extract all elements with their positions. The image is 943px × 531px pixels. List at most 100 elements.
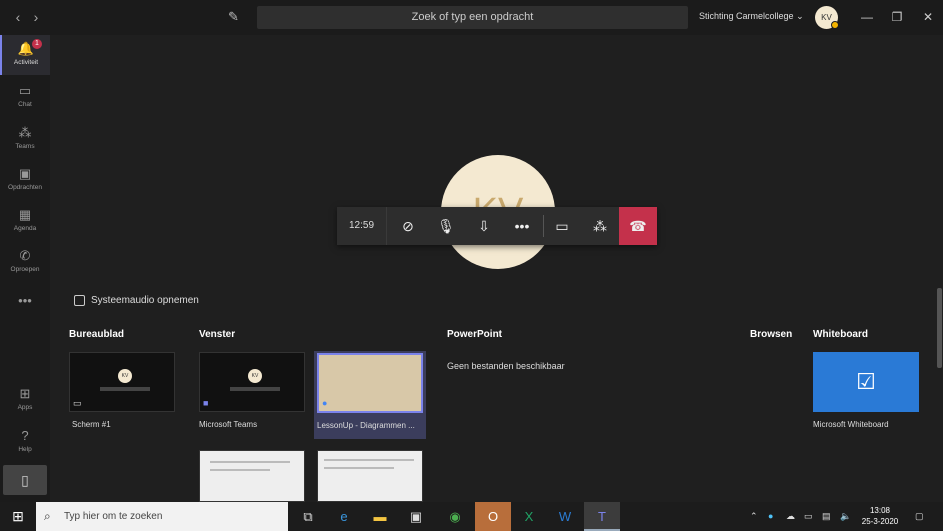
teams-taskbar-icon[interactable]: T <box>584 502 620 531</box>
window-caption: Microsoft Teams <box>199 420 258 429</box>
taskbar-search-input[interactable]: ⌕ Typ hier om te zoeken <box>36 502 288 531</box>
edge-icon[interactable]: e <box>326 502 362 531</box>
search-input[interactable]: Zoek of typ een opdracht <box>257 6 688 29</box>
share-panel: Systeemaudio opnemen Bureaublad Venster … <box>50 288 943 502</box>
org-name: Stichting Carmelcollege <box>699 11 794 21</box>
system-audio-label: Systeemaudio opnemen <box>91 295 199 306</box>
chrome-icon[interactable]: ◉ <box>437 502 473 531</box>
chat-icon[interactable]: ▭ <box>543 207 581 245</box>
mini-avatar: KV <box>248 369 262 383</box>
microphone-icon[interactable]: 🎙 <box>427 207 465 245</box>
rail-item-label: Help <box>18 446 32 453</box>
chevron-down-icon: ⌄ <box>796 11 804 21</box>
meeting-stage: KV 12:59 ⊘ 🎙 ⇩ ••• ▭ ⁂ ☎ Systeemaudio op… <box>50 35 943 502</box>
hang-up-icon[interactable]: ☎ <box>619 207 657 245</box>
section-powerpoint-heading: PowerPoint <box>447 329 503 340</box>
clock-date: 25-3-2020 <box>861 517 899 526</box>
rail-item-activity[interactable]: 🔔 1 Activiteit <box>0 35 50 75</box>
help-icon: ? <box>21 428 29 443</box>
share-tray-icon[interactable]: ⇩ <box>465 207 503 245</box>
more-icon: ••• <box>18 293 32 308</box>
volume-icon[interactable]: 🔈 <box>840 502 851 531</box>
phone-icon: ✆ <box>19 248 31 263</box>
powerpoint-empty-message: Geen bestanden beschikbaar <box>447 361 565 371</box>
network-icon[interactable]: ▤ <box>822 502 831 531</box>
window-share-option[interactable] <box>317 450 423 502</box>
window-share-option-selected[interactable]: ● LessonUp - Diagrammen ... <box>314 351 426 439</box>
teams-icon: ⁂ <box>18 125 32 140</box>
mini-call-bar <box>100 387 150 391</box>
windows-start-icon[interactable]: ⊞ <box>0 502 36 531</box>
desktop-caption: Scherm #1 <box>72 420 111 429</box>
doc-line <box>324 459 414 461</box>
whiteboard-icon: ☑ <box>856 369 876 394</box>
taskbar-search-placeholder: Typ hier om te zoeken <box>64 511 163 522</box>
window-share-option[interactable]: KV ■ <box>199 352 305 412</box>
rail-item-label: Activiteit <box>13 59 39 66</box>
rail-item-calls[interactable]: ✆ Oproepen <box>0 242 50 282</box>
rail-item-label: Apps <box>17 404 33 411</box>
chevron-up-icon[interactable]: ⌃ <box>750 502 758 531</box>
rail-item-label: Opdrachten <box>8 184 42 191</box>
section-window-heading: Venster <box>199 329 236 340</box>
tray-app-icon[interactable]: ● <box>768 502 773 531</box>
org-switcher[interactable]: Stichting Carmelcollege ⌄ <box>699 11 804 22</box>
rail-item-label: Chat <box>18 101 32 108</box>
compose-icon[interactable]: ✎ <box>228 9 244 25</box>
rail-item-chat[interactable]: ▭ Chat <box>0 77 50 117</box>
rail-item-label: Teams <box>15 143 35 150</box>
minimize-icon[interactable]: — <box>859 9 875 25</box>
calendar-icon: ▦ <box>18 207 32 222</box>
file-explorer-icon[interactable]: ▬ <box>362 502 398 531</box>
clock-time: 13:08 <box>869 506 891 515</box>
battery-icon[interactable]: ▭ <box>804 502 813 531</box>
rail-item-assignments[interactable]: ▣ Opdrachten <box>0 160 50 200</box>
whiteboard-share-option[interactable]: ☑ <box>813 352 919 412</box>
call-controls-bar: 12:59 ⊘ 🎙 ⇩ ••• ▭ ⁂ ☎ <box>337 207 657 245</box>
scrollbar[interactable] <box>937 288 942 368</box>
mini-call-bar <box>230 387 280 391</box>
window-caption: LessonUp - Diagrammen ... <box>317 421 415 430</box>
outlook-icon[interactable]: O <box>475 502 511 531</box>
rail-item-apps[interactable]: ⊞ Apps <box>0 380 50 420</box>
rail-item-calendar[interactable]: ▦ Agenda <box>0 201 50 241</box>
device-icon[interactable]: ▯ <box>3 465 47 495</box>
restore-icon[interactable]: ❐ <box>889 9 905 25</box>
rail-item-label: Agenda <box>13 225 37 232</box>
more-options-icon[interactable]: ••• <box>503 207 541 245</box>
assignments-icon: ▣ <box>18 166 32 181</box>
excel-icon[interactable]: X <box>511 502 547 531</box>
doc-line <box>210 469 270 471</box>
taskbar-clock[interactable]: 13:08 25-3-2020 <box>858 505 902 527</box>
rail-item-help[interactable]: ? Help <box>0 422 50 462</box>
word-icon[interactable]: W <box>547 502 583 531</box>
camera-off-icon[interactable]: ⊘ <box>389 207 427 245</box>
section-desktop-heading: Bureaublad <box>69 329 125 340</box>
close-icon[interactable]: ✕ <box>920 9 936 25</box>
chevron-left-icon[interactable]: ‹ <box>10 9 26 25</box>
store-icon[interactable]: ▣ <box>398 502 434 531</box>
desktop-share-option[interactable]: KV ▭ <box>69 352 175 412</box>
chevron-right-icon[interactable]: › <box>28 9 44 25</box>
participants-icon[interactable]: ⁂ <box>581 207 619 245</box>
section-whiteboard-heading: Whiteboard <box>813 329 868 340</box>
app-rail: 🔔 1 Activiteit ▭ Chat ⁂ Teams ▣ Opdracht… <box>0 35 50 502</box>
rail-item-more[interactable]: ••• <box>0 287 50 327</box>
onedrive-icon[interactable]: ☁ <box>786 502 795 531</box>
browse-link[interactable]: Browsen <box>750 329 792 340</box>
notifications-icon[interactable]: ▢ <box>915 502 924 531</box>
title-bar: ‹ › ✎ Zoek of typ een opdracht Stichting… <box>0 0 943 35</box>
notification-badge: 1 <box>32 39 42 49</box>
presence-status-icon <box>831 21 839 29</box>
whiteboard-caption: Microsoft Whiteboard <box>813 420 889 429</box>
doc-line <box>210 461 290 463</box>
window-share-option[interactable] <box>199 450 305 502</box>
system-audio-checkbox[interactable] <box>74 295 85 306</box>
mini-avatar: KV <box>118 369 132 383</box>
task-view-icon[interactable]: ⧉ <box>290 502 326 531</box>
rail-item-label: Oproepen <box>10 266 40 273</box>
rail-item-teams[interactable]: ⁂ Teams <box>0 119 50 159</box>
apps-icon: ⊞ <box>19 386 31 401</box>
doc-line <box>324 467 394 469</box>
screen-icon: ▭ <box>73 398 82 408</box>
